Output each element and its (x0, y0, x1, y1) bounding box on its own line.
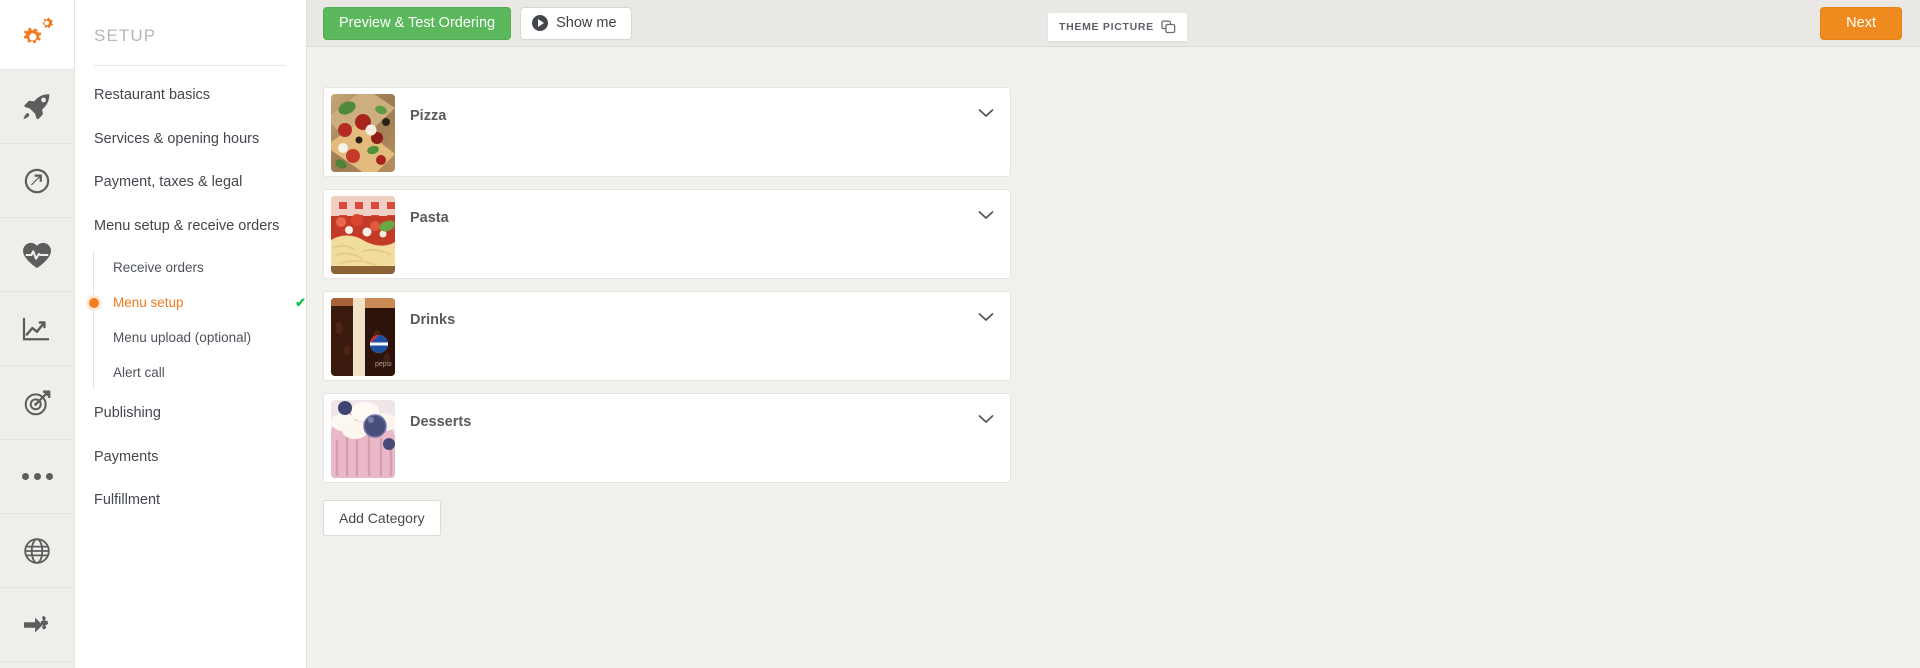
sidebar-item-menu-upload[interactable]: Menu upload (optional) (94, 320, 306, 355)
category-card-drinks[interactable]: pepsi Drinks (323, 291, 1011, 381)
copy-stack-icon (1161, 20, 1176, 34)
sidebar-subitem-label: Menu upload (optional) (113, 330, 251, 345)
login-arrow-icon (22, 612, 52, 638)
sidebar-item-receive-orders[interactable]: Receive orders (94, 250, 306, 285)
next-button[interactable]: Next (1820, 7, 1902, 40)
sidebar-item-services-opening-hours[interactable]: Services & opening hours (75, 118, 306, 162)
drinks-photo: pepsi (331, 298, 395, 376)
heart-pulse-icon (22, 241, 52, 269)
app-root: SETUP Restaurant basics Services & openi… (0, 0, 1920, 668)
sidebar-item-publishing[interactable]: Publishing (75, 392, 306, 436)
show-me-label: Show me (556, 15, 616, 31)
sidebar-item-menu-setup-receive-orders[interactable]: Menu setup & receive orders (75, 205, 306, 249)
sidebar-subitem-label: Alert call (113, 365, 165, 380)
sidebar-rail-website[interactable] (0, 514, 74, 588)
circle-arrow-icon (23, 167, 51, 195)
check-icon: ✔ (295, 295, 306, 311)
theme-picture-badge[interactable]: THEME PICTURE (1047, 12, 1188, 42)
line-chart-icon (22, 316, 52, 342)
preview-test-ordering-button[interactable]: Preview & Test Ordering (323, 7, 511, 40)
pizza-photo (331, 94, 395, 172)
chevron-down-icon[interactable] (978, 411, 994, 421)
add-category-button[interactable]: Add Category (323, 500, 441, 536)
main-panel: Preview & Test Ordering Show me Next THE… (307, 0, 1920, 668)
setup-sidebar: SETUP Restaurant basics Services & openi… (75, 0, 307, 668)
pasta-photo (331, 196, 395, 274)
sidebar-rail-orders[interactable] (0, 144, 74, 218)
sidebar-item-payments[interactable]: Payments (75, 436, 306, 480)
category-name: Pasta (410, 210, 449, 226)
app-logo[interactable] (0, 0, 74, 70)
target-arrow-icon (23, 388, 52, 417)
sidebar-rail-more[interactable] (0, 440, 74, 514)
main-content: Pizza (307, 47, 1920, 536)
chevron-down-icon[interactable] (978, 207, 994, 217)
globe-icon (23, 537, 51, 565)
sidebar-rail-statistics[interactable] (0, 292, 74, 366)
sidebar-rail-health[interactable] (0, 218, 74, 292)
category-card-pasta[interactable]: Pasta (323, 189, 1011, 279)
rocket-icon (22, 92, 52, 122)
chevron-down-icon[interactable] (978, 309, 994, 319)
sidebar-subitem-label: Menu setup (113, 295, 184, 310)
category-list: Pizza (323, 87, 1011, 536)
play-circle-icon (532, 15, 548, 31)
sidebar-title: SETUP (75, 0, 306, 46)
category-name: Pizza (410, 108, 446, 124)
dessert-photo (331, 400, 395, 478)
active-bullet-icon (89, 298, 99, 308)
sidebar-item-restaurant-basics[interactable]: Restaurant basics (75, 74, 306, 118)
icon-rail (0, 0, 75, 668)
category-name: Desserts (410, 414, 471, 430)
sidebar-item-fulfillment[interactable]: Fulfillment (75, 479, 306, 523)
svg-text:pepsi: pepsi (375, 361, 392, 368)
sidebar-nav: Restaurant basics Services & opening hou… (75, 66, 306, 523)
sidebar-rail-logout[interactable] (0, 588, 74, 662)
gears-icon (20, 17, 54, 52)
sidebar-subitem-label: Receive orders (113, 260, 204, 275)
sidebar-rail-getting-started[interactable] (0, 70, 74, 144)
category-card-pizza[interactable]: Pizza (323, 87, 1011, 177)
chevron-down-icon[interactable] (978, 105, 994, 115)
sidebar-item-alert-call[interactable]: Alert call (94, 355, 306, 390)
category-card-desserts[interactable]: Desserts (323, 393, 1011, 483)
theme-picture-label: THEME PICTURE (1059, 21, 1154, 33)
sidebar-item-menu-setup[interactable]: Menu setup ✔ (94, 285, 306, 320)
show-me-button[interactable]: Show me (520, 7, 631, 40)
category-name: Drinks (410, 312, 455, 328)
sidebar-item-payment-taxes-legal[interactable]: Payment, taxes & legal (75, 161, 306, 205)
sidebar-rail-marketing[interactable] (0, 366, 74, 440)
sidebar-subnav: Receive orders Menu setup ✔ Menu upload … (93, 250, 306, 390)
ellipsis-icon (22, 473, 53, 480)
